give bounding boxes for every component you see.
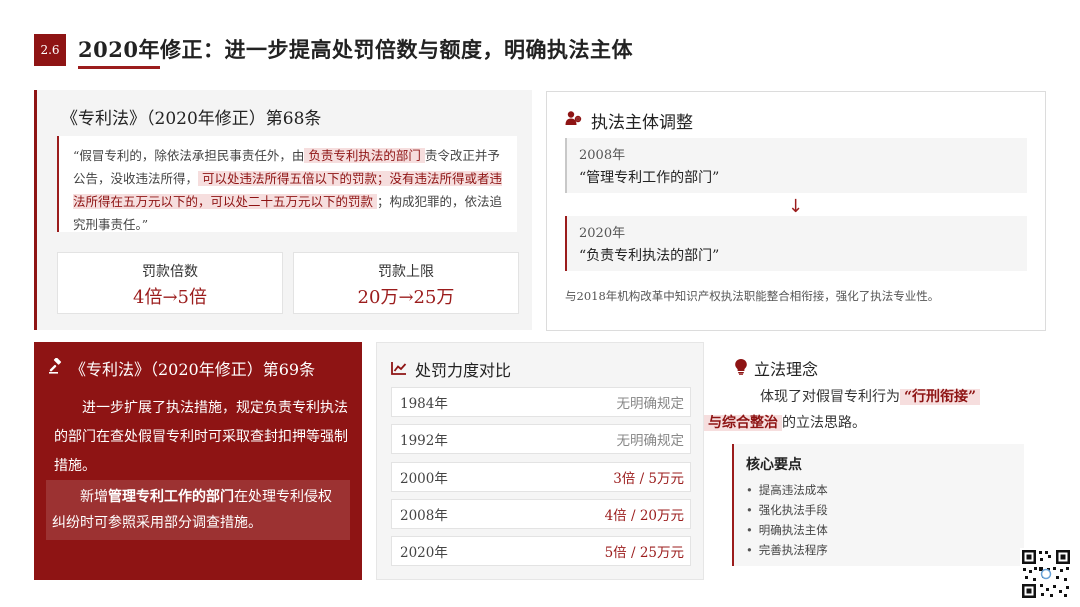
enforcement-subject-panel: 执法主体调整 2008年 “管理专利工作的部门” ↓ 2020年 “负责专利执法… xyxy=(546,91,1046,331)
qr-code xyxy=(1020,548,1072,600)
philosophy-highlight-1: “行刑衔接” xyxy=(900,389,981,405)
gavel-icon xyxy=(48,357,64,378)
addition-bold-term: 管理专利工作的部门 xyxy=(108,489,234,505)
subject-title: 执法主体调整 xyxy=(591,113,693,133)
philosophy-text-pre: 体现了对假冒专利行为 xyxy=(760,389,900,405)
comparison-value: 5倍 / 25万元 xyxy=(604,545,684,561)
article-69-addition: 新增管理专利工作的部门在处理专利侵权纠纷时可参照采用部分调查措施。 xyxy=(46,480,350,540)
stat-fine-cap: 罚款上限 20万→25万 xyxy=(293,252,519,314)
article-69-title: 《专利法》（2020年修正）第69条 xyxy=(70,360,316,379)
subject-new-year: 2020年 xyxy=(579,226,626,241)
comparison-row: 1992年 无明确规定 xyxy=(391,424,691,454)
stat-value: 20万→25万 xyxy=(357,287,455,308)
subject-header: 执法主体调整 xyxy=(565,108,693,133)
key-points-list: 提高违法成本 强化执法手段 明确执法主体 完善执法程序 xyxy=(746,480,1012,560)
comparison-year: 2020年 xyxy=(400,545,448,561)
comparison-row: 2000年 3倍 / 5万元 xyxy=(391,462,691,492)
comparison-value: 4倍 / 20万元 xyxy=(604,508,684,524)
key-point-item: 提高违法成本 xyxy=(746,480,1012,500)
stat-label: 罚款上限 xyxy=(378,264,434,280)
article-68-quote: “假冒专利的，除依法承担民事责任外，由 负责专利执法的部门 责令改正并予公告，没收违… xyxy=(57,136,517,232)
comparison-title: 处罚力度对比 xyxy=(415,361,512,380)
comparison-row: 2020年 5倍 / 25万元 xyxy=(391,536,691,566)
addition-text-pre: 新增 xyxy=(80,489,108,505)
key-points-box: 核心要点 提高违法成本 强化执法手段 明确执法主体 完善执法程序 xyxy=(732,444,1024,566)
philosophy-body: 体现了对假冒专利行为 “行刑衔接” 与综合整治 的立法思路。 xyxy=(704,384,1032,436)
article-69-body: 进一步扩展了执法措施，规定负责专利执法的部门在查处假冒专利时可采取查封扣押等强制… xyxy=(54,400,348,474)
chart-line-icon xyxy=(391,360,407,379)
key-point-item: 明确执法主体 xyxy=(746,520,1012,540)
subject-note: 与2018年机构改革中知识产权执法职能整合相衔接，强化了执法专业性。 xyxy=(565,289,940,303)
lightbulb-icon xyxy=(734,358,748,379)
key-point-item: 强化执法手段 xyxy=(746,500,1012,520)
quote-text-1: “假冒专利的，除依法承担民事责任外，由 xyxy=(73,148,305,163)
comparison-row: 1984年 无明确规定 xyxy=(391,387,691,417)
penalty-comparison-panel: 处罚力度对比 1984年 无明确规定 1992年 无明确规定 2000年 3倍 … xyxy=(376,342,704,580)
stat-fine-multiple: 罚款倍数 4倍→5倍 xyxy=(57,252,283,314)
arrow-down-icon: ↓ xyxy=(788,196,804,217)
comparison-value: 无明确规定 xyxy=(616,433,685,449)
philosophy-text-post: 的立法思路。 xyxy=(782,415,866,431)
comparison-year: 1984年 xyxy=(400,396,448,412)
subject-old-box: 2008年 “管理专利工作的部门” xyxy=(565,138,1027,193)
page-title: 2020年修正：进一步提高处罚倍数与额度，明确执法主体 xyxy=(78,37,633,62)
philosophy-highlight-2: 与综合整治 xyxy=(704,415,782,431)
comparison-header: 处罚力度对比 xyxy=(391,357,511,381)
comparison-year: 1992年 xyxy=(400,433,448,449)
users-icon xyxy=(565,110,583,131)
key-point-item: 完善执法程序 xyxy=(746,540,1012,560)
comparison-row: 2008年 4倍 / 20万元 xyxy=(391,499,691,529)
article-69-panel: 《专利法》（2020年修正）第69条 进一步扩展了执法措施，规定负责专利执法的部… xyxy=(34,342,362,580)
subject-old-year: 2008年 xyxy=(579,148,626,163)
key-points-title: 核心要点 xyxy=(746,457,802,473)
section-number-badge: 2.6 xyxy=(34,34,66,66)
comparison-year: 2008年 xyxy=(400,508,448,524)
quote-highlight-1: 负责专利执法的部门 xyxy=(304,148,425,163)
comparison-value: 无明确规定 xyxy=(616,396,685,412)
article-69-header: 《专利法》（2020年修正）第69条 xyxy=(48,356,315,380)
comparison-year: 2000年 xyxy=(400,471,448,487)
philosophy-header: 立法理念 xyxy=(734,356,818,380)
philosophy-title: 立法理念 xyxy=(754,360,819,379)
stat-label: 罚款倍数 xyxy=(142,264,198,280)
article-68-title: 《专利法》（2020年修正）第68条 xyxy=(61,109,322,129)
title-underline xyxy=(78,66,160,69)
subject-new-text: “负责专利执法的部门” xyxy=(579,248,720,264)
stat-value: 4倍→5倍 xyxy=(133,287,207,308)
article-68-panel: 《专利法》（2020年修正）第68条 “假冒专利的，除依法承担民事责任外，由 负责… xyxy=(34,90,532,330)
subject-old-text: “管理专利工作的部门” xyxy=(579,170,720,186)
subject-new-box: 2020年 “负责专利执法的部门” xyxy=(565,216,1027,271)
comparison-value: 3倍 / 5万元 xyxy=(613,471,684,487)
legislative-philosophy-panel: 立法理念 体现了对假冒专利行为“行刑衔接” 与综合整治的立法思路。 核心要点 提高… xyxy=(704,342,1036,580)
